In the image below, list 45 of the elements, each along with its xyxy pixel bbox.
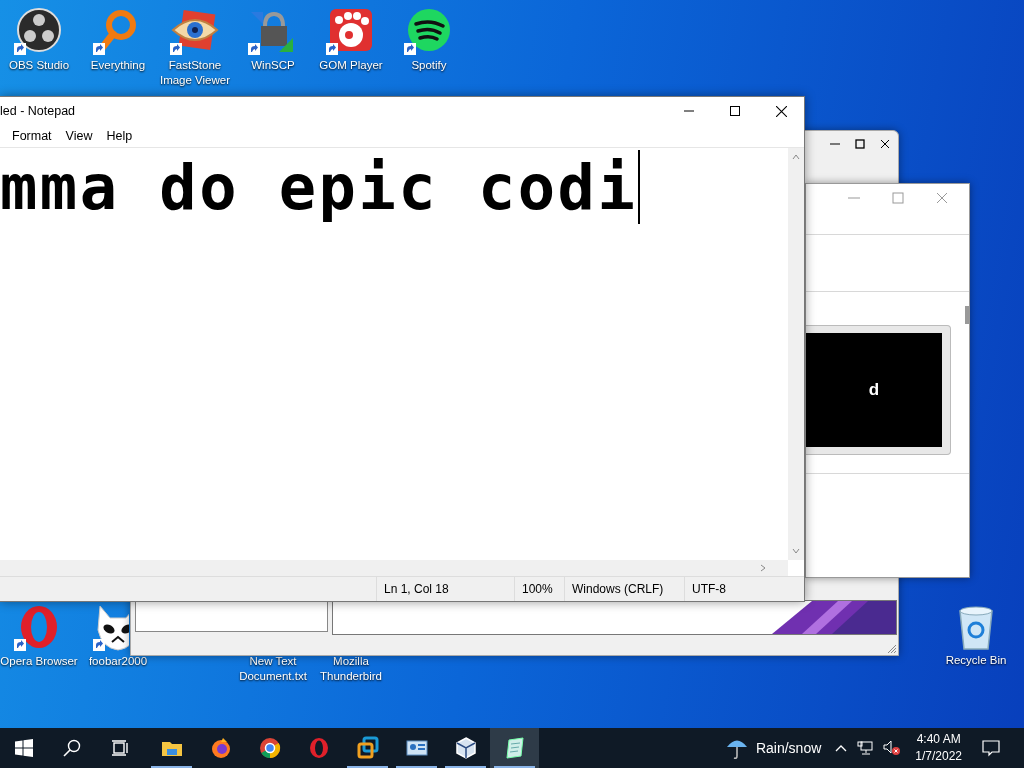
desktop-icon-label[interactable]: Opera Browser bbox=[0, 654, 78, 669]
desktop-icon-label[interactable]: FastStone Image Viewer bbox=[156, 58, 234, 88]
task-view-icon[interactable] bbox=[111, 739, 129, 757]
status-bar-item: Windows (CRLF) bbox=[564, 577, 684, 601]
notepad-icon[interactable] bbox=[490, 728, 539, 768]
maximize-icon[interactable] bbox=[730, 106, 740, 116]
desktop-icon-label[interactable]: GOM Player bbox=[319, 58, 383, 73]
desktop-icon-label[interactable]: Recycle Bin bbox=[945, 653, 1007, 668]
editor-text: mma do epic codi bbox=[0, 150, 638, 226]
resize-grip-icon[interactable] bbox=[887, 644, 897, 654]
status-bar-item: 100% bbox=[514, 577, 564, 601]
clock-time[interactable]: 4:40 AM bbox=[916, 731, 961, 748]
windows-logo-icon[interactable] bbox=[15, 739, 33, 757]
chevron-up-icon[interactable] bbox=[835, 744, 848, 752]
status-bar-item: Ln 1, Col 18 bbox=[376, 577, 514, 601]
status-bar-item: UTF-8 bbox=[684, 577, 804, 601]
weather-text[interactable]: Rain/snow bbox=[755, 740, 822, 756]
window-title: led - Notepad bbox=[0, 104, 77, 118]
preview-text: d bbox=[868, 380, 880, 400]
desktop-icon-label[interactable]: Spotify bbox=[411, 58, 447, 73]
notification-icon[interactable] bbox=[982, 739, 1000, 757]
close-button[interactable] bbox=[880, 139, 890, 149]
text-editor[interactable]: mma do epic codi bbox=[0, 148, 788, 560]
eye-icon[interactable] bbox=[169, 8, 221, 56]
desktop-icon-label[interactable]: Mozilla Thunderbird bbox=[312, 654, 390, 684]
network-icon[interactable] bbox=[857, 741, 874, 755]
scroll-up-icon[interactable] bbox=[792, 154, 800, 160]
desktop-icon-label[interactable]: WinSCP bbox=[251, 58, 295, 73]
vertical-scrollbar[interactable] bbox=[788, 148, 804, 560]
maximize-button[interactable] bbox=[855, 139, 865, 149]
desktop-icon-label[interactable]: foobar2000 bbox=[88, 654, 148, 669]
scroll-right-icon[interactable] bbox=[760, 564, 766, 572]
menu-item[interactable]: View bbox=[58, 129, 100, 143]
search-icon[interactable] bbox=[63, 739, 81, 757]
menu-item[interactable]: Format bbox=[5, 129, 59, 143]
scroll-down-icon[interactable] bbox=[792, 548, 800, 554]
clock-date[interactable]: 1/7/2022 bbox=[915, 748, 962, 765]
scrollbar-thumb[interactable] bbox=[965, 306, 969, 324]
desktop-icon-label[interactable]: Everything bbox=[90, 58, 146, 73]
muted-speaker-icon[interactable] bbox=[883, 740, 902, 756]
menu-item[interactable]: Help bbox=[99, 129, 140, 143]
desktop-icon-label[interactable]: New Text Document.txt bbox=[234, 654, 312, 684]
desktop-icon-label[interactable]: OBS Studio bbox=[8, 58, 70, 73]
horizontal-scrollbar[interactable] bbox=[0, 560, 788, 576]
close-icon[interactable] bbox=[775, 105, 787, 117]
